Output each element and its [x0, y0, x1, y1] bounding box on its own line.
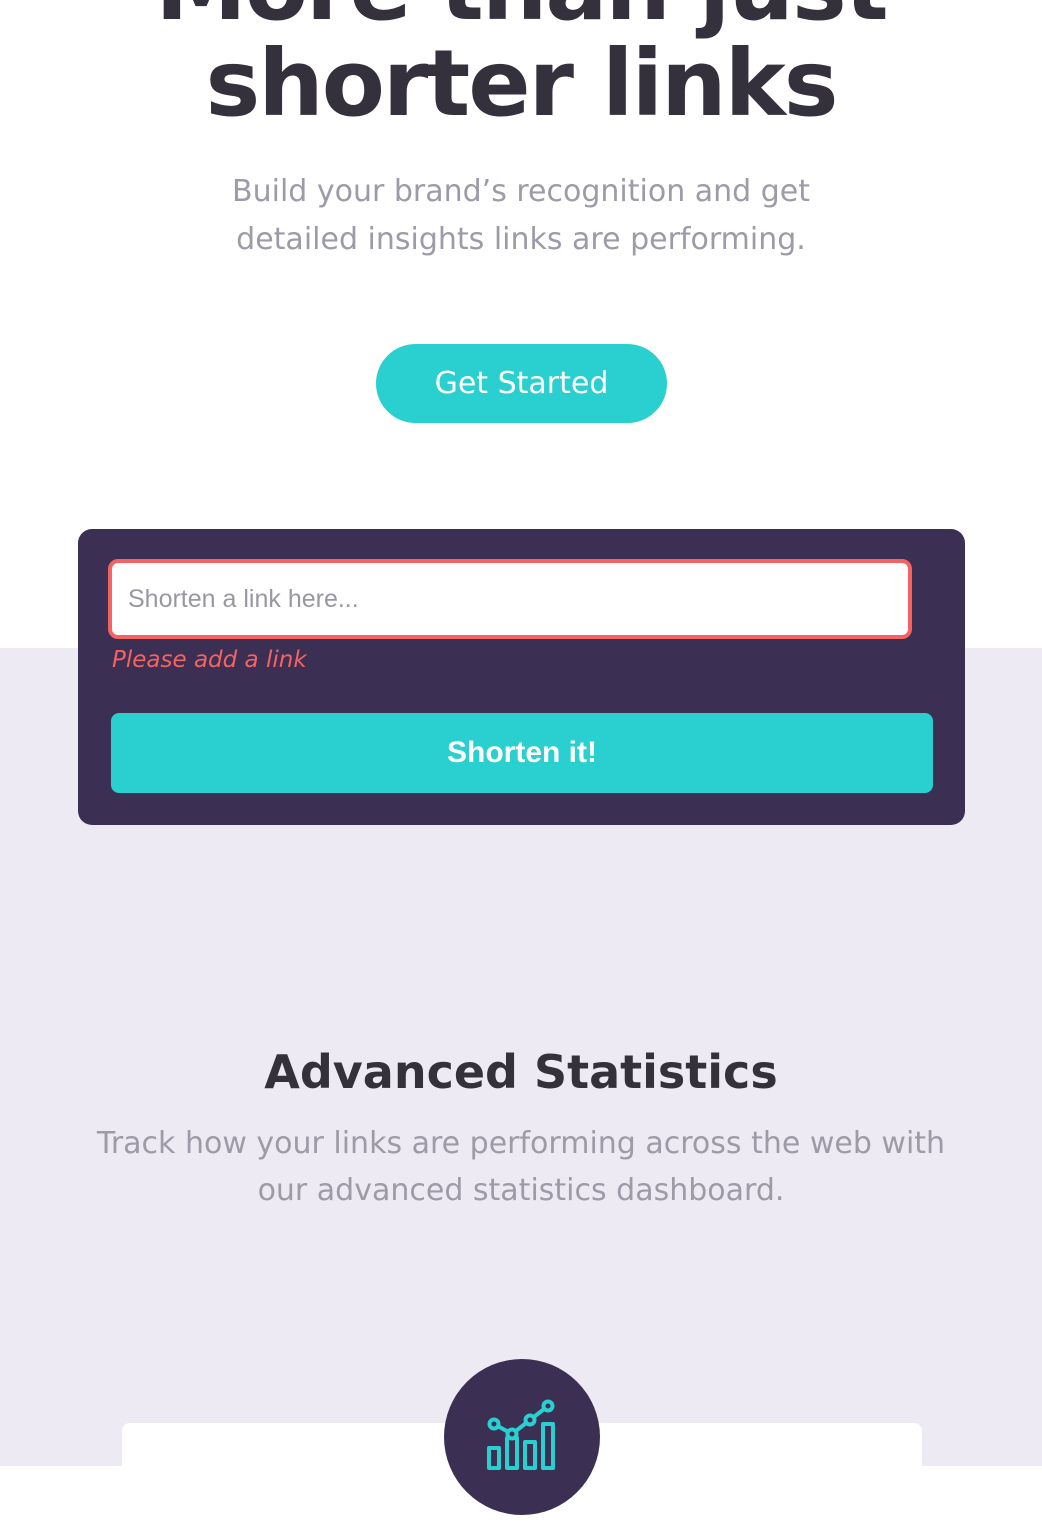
- hero-subtitle: Build your brand’s recognition and get d…: [232, 174, 810, 257]
- statistics-subtitle: Track how your links are performing acro…: [96, 1120, 946, 1214]
- statistics-subtitle-line-1: Track how your links are performing acro…: [96, 1126, 946, 1161]
- statistics-subtitle-line-2: our advanced statistics dashboard.: [257, 1173, 785, 1208]
- statistics-title: Advanced Statistics: [264, 1045, 778, 1099]
- shorten-it-button[interactable]: Shorten it!: [111, 713, 933, 793]
- link-input[interactable]: [108, 559, 912, 639]
- feature-icon-circle: [444, 1359, 600, 1515]
- chart-icon: [487, 1399, 555, 1470]
- shorten-link-form: Please add a link Shorten it!: [78, 529, 965, 825]
- hero-title-line-2: shorter links: [205, 30, 838, 137]
- hero-title: More than just shorter links: [0, 0, 1042, 132]
- get-started-button[interactable]: Get Started: [376, 344, 667, 423]
- link-error-message: Please add a link: [112, 647, 307, 673]
